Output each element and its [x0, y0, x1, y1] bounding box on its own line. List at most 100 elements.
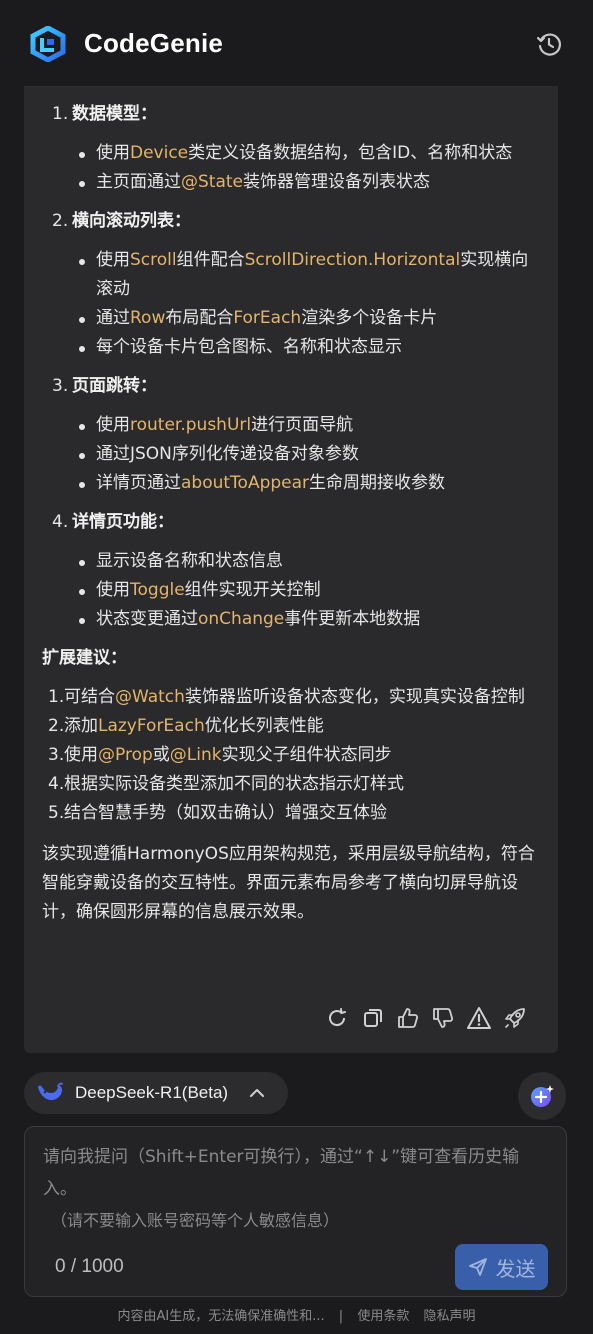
text-run: 使用: [96, 415, 130, 435]
inline-code: ForEach: [233, 308, 302, 328]
inline-code: @Prop: [98, 745, 153, 765]
privacy-link[interactable]: 隐私声明: [423, 1309, 475, 1324]
footer-separator: |: [338, 1309, 344, 1324]
inline-code: ScrollDirection.Horizontal: [244, 250, 461, 270]
bullet-item: 每个设备卡片包含图标、名称和状态显示: [42, 333, 544, 362]
answer-actions: [324, 1004, 534, 1032]
regenerate-icon[interactable]: [324, 1004, 350, 1032]
text-run: 结合智慧手势（如双击确认）增强交互体验: [64, 803, 387, 823]
extension-list: 1. 可结合@Watch装饰器监听设备状态变化，实现真实设备控制 2. 添加LazyF…: [42, 683, 544, 828]
bullet-list: 使用Device类定义设备数据结构，包含ID、名称和状态 主页面通过@State装…: [42, 139, 544, 197]
terms-link[interactable]: 使用条款: [357, 1309, 409, 1324]
footer: 内容由AI生成，无法确保准确性和... | 使用条款 隐私声明: [0, 1305, 593, 1324]
section-title: 详情页功能：: [72, 512, 174, 532]
text-run: 可结合: [64, 687, 115, 707]
bullet-item: 显示设备名称和状态信息: [42, 547, 544, 576]
bullet-list: 使用Scroll组件配合ScrollDirection.Horizontal实现…: [42, 246, 544, 362]
extension-item: 2. 添加LazyForEach优化长列表性能: [42, 712, 544, 741]
extension-number: 4.: [48, 774, 65, 794]
thumbs-down-icon[interactable]: [430, 1004, 456, 1032]
bullet-item: 主页面通过@State装饰器管理设备列表状态: [42, 168, 544, 197]
extension-number: 3.: [48, 745, 65, 765]
inline-code: @Watch: [115, 687, 185, 707]
text-run: 使用: [64, 745, 98, 765]
text-run: 主页面通过: [96, 172, 181, 192]
section-number: 3.: [52, 376, 69, 396]
text-run: 进行页面导航: [251, 415, 354, 435]
inline-code: Device: [130, 143, 189, 163]
text-run: 组件实现开关控制: [184, 580, 321, 600]
text-run: 使用: [96, 580, 130, 600]
extension-number: 5.: [48, 803, 65, 823]
codegenie-logo-icon: [30, 26, 66, 62]
text-run: 实现父子组件状态同步: [221, 745, 392, 765]
bullet-item: 使用Scroll组件配合ScrollDirection.Horizontal实现…: [42, 246, 544, 304]
chevron-up-icon: [250, 1089, 264, 1097]
text-run: 装饰器管理设备列表状态: [243, 172, 430, 192]
extension-item: 5. 结合智慧手势（如双击确认）增强交互体验: [42, 799, 544, 828]
section-heading: 1. 数据模型：: [42, 100, 544, 129]
section-heading: 4. 详情页功能：: [42, 508, 544, 537]
text-run: 装饰器监听设备状态变化，实现真实设备控制: [184, 687, 525, 707]
text-run: 通过: [96, 308, 130, 328]
text-run: 使用: [96, 250, 130, 270]
input-placeholder: 请向我提问（Shift+Enter可换行），通过“↑↓”键可查看历史输入。: [43, 1147, 520, 1199]
app-title: CodeGenie: [84, 28, 224, 58]
text-run: 添加: [64, 716, 98, 736]
inline-code: LazyForEach: [98, 716, 205, 736]
new-chat-button[interactable]: [518, 1072, 566, 1120]
section-title: 横向滚动列表：: [72, 211, 191, 231]
section-number: 4.: [52, 512, 69, 532]
inline-code: aboutToAppear: [181, 473, 310, 493]
bullet-list: 使用router.pushUrl进行页面导航通过JSON序列化传递设备对象参数详…: [42, 411, 544, 498]
text-run: 显示设备名称和状态信息: [96, 551, 283, 571]
report-warning-icon[interactable]: [466, 1004, 492, 1032]
bullet-item: 状态变更通过onChange事件更新本地数据: [42, 605, 544, 634]
rocket-icon[interactable]: [502, 1004, 528, 1032]
section-heading: 2. 横向滚动列表：: [42, 207, 544, 236]
inline-code: @State: [181, 172, 243, 192]
text-run: 布局配合: [165, 308, 234, 328]
extension-number: 2.: [48, 716, 65, 736]
bullet-item: 通过JSON序列化传递设备对象参数: [42, 440, 544, 469]
inline-code: router.pushUrl: [130, 415, 252, 435]
section-list: 1. 数据模型： 使用Device类定义设备数据结构，包含ID、名称和状态 主页面通过…: [42, 100, 544, 634]
section-number: 2.: [52, 211, 69, 231]
section-heading: 3. 页面跳转：: [42, 372, 544, 401]
model-label: DeepSeek-R1(Beta): [75, 1083, 229, 1102]
text-run: 组件配合: [176, 250, 245, 270]
inline-code: Toggle: [130, 580, 185, 600]
extension-item: 4. 根据实际设备类型添加不同的状态指示灯样式: [42, 770, 544, 799]
bullet-list: 显示设备名称和状态信息 使用Toggle组件实现开关控制状态变更通过onChang…: [42, 547, 544, 634]
text-run: 或: [152, 745, 170, 765]
disclaimer-text: 内容由AI生成，无法确保准确性和...: [117, 1309, 325, 1324]
answer-content: 1. 数据模型： 使用Device类定义设备数据结构，包含ID、名称和状态 主页面通过…: [42, 100, 544, 927]
text-run: 渲染多个设备卡片: [301, 308, 438, 328]
privacy-hint: （请不要输入账号密码等个人敏感信息）: [51, 1211, 340, 1230]
thumbs-up-icon[interactable]: [395, 1004, 421, 1032]
history-icon[interactable]: [536, 31, 562, 57]
deepseek-whale-icon: [38, 1082, 63, 1101]
text-run: 优化长列表性能: [204, 716, 324, 736]
send-button[interactable]: 发送: [455, 1244, 548, 1290]
inline-code: @Link: [169, 745, 222, 765]
text-run: 每个设备卡片包含图标、名称和状态显示: [96, 337, 402, 357]
send-icon: [468, 1258, 487, 1276]
bullet-item: 使用Device类定义设备数据结构，包含ID、名称和状态: [42, 139, 544, 168]
text-run: 事件更新本地数据: [284, 609, 421, 629]
extension-item: 1. 可结合@Watch装饰器监听设备状态变化，实现真实设备控制: [42, 683, 544, 712]
copy-icon[interactable]: [360, 1004, 386, 1032]
text-run: 详情页通过: [96, 473, 181, 493]
chat-input[interactable]: 请向我提问（Shift+Enter可换行），通过“↑↓”键可查看历史输入。 （请…: [24, 1126, 567, 1297]
text-run: 类定义设备数据结构，包含ID、名称和状态: [188, 143, 513, 163]
inline-code: onChange: [198, 609, 285, 629]
extension-title: 扩展建议：: [42, 648, 127, 668]
new-chat-icon: [531, 1085, 554, 1107]
model-selector[interactable]: DeepSeek-R1(Beta): [24, 1072, 288, 1114]
bullet-item: 通过Row布局配合ForEach渲染多个设备卡片: [42, 304, 544, 333]
summary-text: 该实现遵循HarmonyOS应用架构规范，采用层级导航结构，符合智能穿戴设备的交…: [42, 844, 535, 922]
extension-number: 1.: [48, 687, 65, 707]
section-number: 1.: [52, 104, 69, 124]
char-counter: 0 / 1000: [55, 1256, 124, 1277]
text-run: 状态变更通过: [96, 609, 198, 629]
